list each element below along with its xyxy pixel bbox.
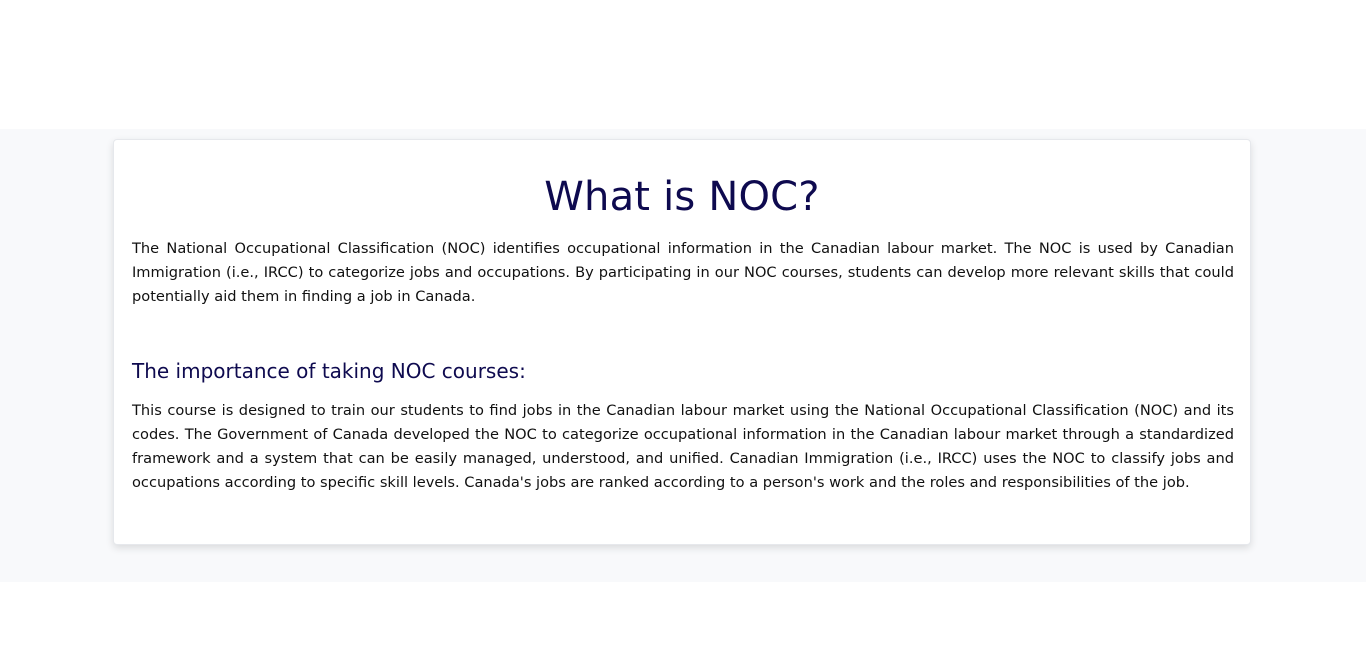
noc-info-card: What is NOC? The National Occupational C…: [113, 139, 1251, 545]
page-title: What is NOC?: [544, 174, 820, 220]
body-paragraph: This course is designed to train our stu…: [132, 402, 1234, 491]
section-subheading: The importance of taking NOC courses:: [132, 359, 526, 383]
intro-paragraph: The National Occupational Classification…: [132, 240, 1234, 305]
